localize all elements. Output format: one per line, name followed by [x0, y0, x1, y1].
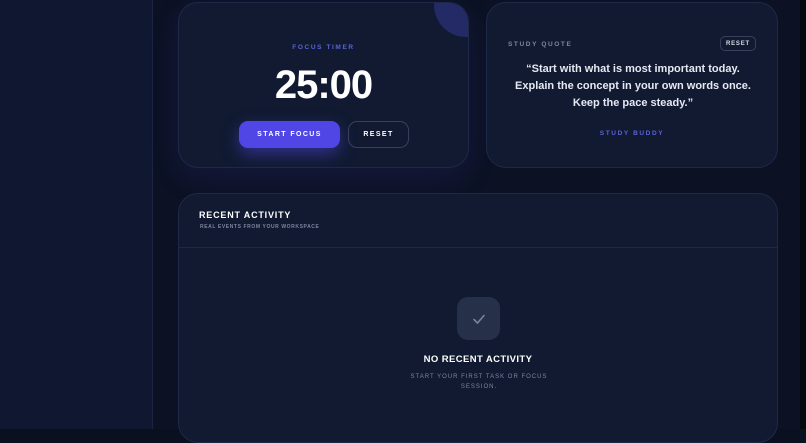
study-quote-card: STUDY QUOTE RESET “Start with what is mo… — [486, 2, 778, 168]
reset-timer-button[interactable]: RESET — [348, 121, 409, 148]
check-icon — [472, 314, 485, 324]
quote-text: “Start with what is most important today… — [515, 63, 751, 109]
empty-state-subtitle: START YOUR FIRST TASK OR FOCUS SESSION. — [410, 374, 548, 390]
focus-timer-card: FOCUS TIMER 25:00 START FOCUS RESET — [178, 2, 469, 168]
study-quote-label: STUDY QUOTE — [508, 41, 573, 48]
focus-timer-label: FOCUS TIMER — [292, 44, 355, 51]
recent-activity-title: RECENT ACTIVITY — [199, 210, 292, 220]
timer-display: 25:00 — [274, 63, 373, 107]
window-edge — [800, 0, 806, 429]
decorative-corner — [434, 3, 468, 37]
sidebar — [0, 0, 153, 429]
recent-activity-header: RECENT ACTIVITY REAL EVENTS FROM YOUR WO… — [179, 194, 777, 248]
empty-state-title: NO RECENT ACTIVITY — [423, 354, 533, 365]
quote-author: STUDY BUDDY — [599, 130, 665, 137]
reset-quote-button[interactable]: RESET — [720, 36, 756, 51]
start-focus-button[interactable]: START FOCUS — [239, 121, 340, 148]
empty-state-icon-box — [457, 297, 500, 340]
recent-activity-card: RECENT ACTIVITY REAL EVENTS FROM YOUR WO… — [178, 193, 778, 443]
recent-activity-subtitle: REAL EVENTS FROM YOUR WORKSPACE — [200, 224, 320, 230]
